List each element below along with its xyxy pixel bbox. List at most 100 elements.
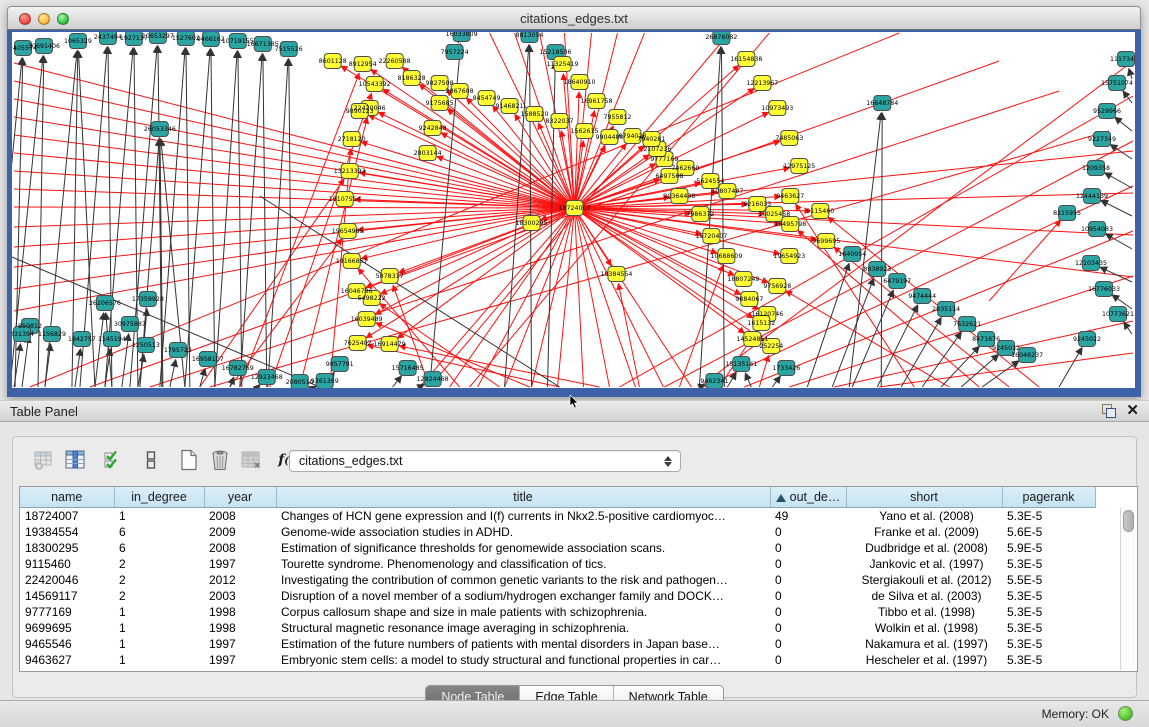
close-panel-icon[interactable]: ✕ [1126,403,1139,418]
table-cell[interactable]: 2008 [204,508,276,525]
table-cell[interactable]: 0 [770,524,846,540]
table-cell[interactable]: 1 [114,636,204,652]
table-cell[interactable]: Embryonic stem cells: a model to study s… [276,652,770,668]
table-cell[interactable]: 1997 [204,556,276,572]
table-source-select[interactable]: citations_edges.txt [289,450,681,472]
row-height-button[interactable] [138,447,164,473]
column-header-in_degree[interactable]: in_degree [114,487,204,508]
table-cell[interactable]: 5.3E-5 [1002,636,1095,652]
table-cell[interactable]: Corpus callosum shape and size in male p… [276,604,770,620]
table-cell[interactable]: 5.9E-5 [1002,540,1095,556]
table-cell[interactable]: 2 [114,588,204,604]
table-cell[interactable]: Tibbo et al. (1998) [846,604,1002,620]
table-settings-button[interactable] [31,447,57,473]
table-row[interactable]: 1456911722003Disruption of a novel membe… [20,588,1095,604]
table-cell[interactable]: Structural magnetic resonance image aver… [276,620,770,636]
table-cell[interactable]: Nakamura et al. (1997) [846,636,1002,652]
table-cell[interactable]: 1 [114,652,204,668]
table-row[interactable]: 1830029562008Estimation of significance … [20,540,1095,556]
table-row[interactable]: 2242004622012Investigating the contribut… [20,572,1095,588]
table-cell[interactable]: 9115460 [20,556,114,572]
column-header-title[interactable]: title [276,487,770,508]
table-cell[interactable]: 1997 [204,636,276,652]
memory-ok-led-icon[interactable] [1118,706,1133,721]
table-cell[interactable]: 14569117 [20,588,114,604]
table-cell[interactable]: Investigating the contribution of common… [276,572,770,588]
table-cell[interactable]: Disruption of a novel member of a sodium… [276,588,770,604]
table-cell[interactable]: 5.3E-5 [1002,588,1095,604]
table-cell[interactable]: 2012 [204,572,276,588]
table-row[interactable]: 911546021997Tourette syndrome. Phenomeno… [20,556,1095,572]
table-scrollbar-thumb[interactable] [1123,510,1134,532]
table-cell[interactable]: 1997 [204,652,276,668]
table-cell[interactable]: 2 [114,556,204,572]
network-canvas[interactable]: 2405574306914061065329243749419271371065… [12,32,1135,388]
table-cell[interactable]: Wolkin et al. (1998) [846,620,1002,636]
table-cell[interactable]: de Silva et al. (2003) [846,588,1002,604]
table-cell[interactable]: 1 [114,604,204,620]
table-cell[interactable]: 18724007 [20,508,114,525]
table-cell[interactable]: 9465546 [20,636,114,652]
select-columns-button[interactable] [100,447,126,473]
table-cell[interactable]: 2003 [204,588,276,604]
table-cell[interactable]: Estimation of the future numbers of pati… [276,636,770,652]
table-cell[interactable]: Jankovic et al. (1997) [846,556,1002,572]
float-panel-icon[interactable] [1102,404,1116,418]
table-cell[interactable]: 6 [114,524,204,540]
table-cell[interactable]: 19384554 [20,524,114,540]
table-cell[interactable]: 0 [770,620,846,636]
table-row[interactable]: 977716911998Corpus callosum shape and si… [20,604,1095,620]
table-cell[interactable]: 0 [770,572,846,588]
table-cell[interactable]: 5.3E-5 [1002,508,1095,525]
table-cell[interactable]: 5.3E-5 [1002,604,1095,620]
table-cell[interactable]: 6 [114,540,204,556]
table-cell[interactable]: 5.6E-5 [1002,524,1095,540]
column-header-short[interactable]: short [846,487,1002,508]
table-cell[interactable]: Genome-wide association studies in ADHD. [276,524,770,540]
table-cell[interactable]: 1 [114,508,204,525]
table-cell[interactable]: 22420046 [20,572,114,588]
table-cell[interactable]: Changes of HCN gene expression and I(f) … [276,508,770,525]
table-scrollbar[interactable] [1120,508,1135,670]
table-cell[interactable]: 0 [770,556,846,572]
table-cell[interactable]: 9463627 [20,652,114,668]
table-row[interactable]: 946554611997Estimation of the future num… [20,636,1095,652]
column-header-pagerank[interactable]: pagerank [1002,487,1095,508]
column-header-year[interactable]: year [204,487,276,508]
table-cell[interactable]: Stergiakouli et al. (2012) [846,572,1002,588]
table-cell[interactable]: 5.3E-5 [1002,620,1095,636]
table-cell[interactable]: Yano et al. (2008) [846,508,1002,525]
table-cell[interactable]: 0 [770,588,846,604]
table-cell[interactable]: 1 [114,620,204,636]
table-row[interactable]: 946362711997Embryonic stem cells: a mode… [20,652,1095,668]
table-cell[interactable]: 0 [770,604,846,620]
table-cell[interactable]: 5.3E-5 [1002,556,1095,572]
table-cell[interactable]: 9699695 [20,620,114,636]
table-cell[interactable]: 5.3E-5 [1002,652,1095,668]
table-cell[interactable]: Tourette syndrome. Phenomenology and cla… [276,556,770,572]
table-cell[interactable]: 9777169 [20,604,114,620]
network-window-titlebar[interactable]: citations_edges.txt [7,6,1141,30]
delete-table-button[interactable] [207,447,233,473]
table-cell[interactable]: Estimation of significance thresholds fo… [276,540,770,556]
show-columns-button[interactable] [62,447,88,473]
table-cell[interactable]: 0 [770,540,846,556]
column-header-name[interactable]: name [20,487,114,508]
table-cell[interactable]: 1998 [204,620,276,636]
table-cell[interactable]: 18300295 [20,540,114,556]
table-cell[interactable]: Franke et al. (2009) [846,524,1002,540]
table-cell[interactable]: 2008 [204,540,276,556]
table-row[interactable]: 1938455462009Genome-wide association stu… [20,524,1095,540]
table-cell[interactable]: 0 [770,636,846,652]
column-header-out_de[interactable]: out_de… [770,487,846,508]
table-cell[interactable]: 0 [770,652,846,668]
table-row[interactable]: 969969511998Structural magnetic resonanc… [20,620,1095,636]
table-cell[interactable]: 2009 [204,524,276,540]
table-cell[interactable]: 5.5E-5 [1002,572,1095,588]
create-table-button[interactable] [176,447,202,473]
table-cell[interactable]: 1998 [204,604,276,620]
table-cell[interactable]: Dudbridge et al. (2008) [846,540,1002,556]
table-cell[interactable]: Hescheler et al. (1997) [846,652,1002,668]
table-row[interactable]: 1872400712008Changes of HCN gene express… [20,508,1095,525]
table-cell[interactable]: 49 [770,508,846,525]
